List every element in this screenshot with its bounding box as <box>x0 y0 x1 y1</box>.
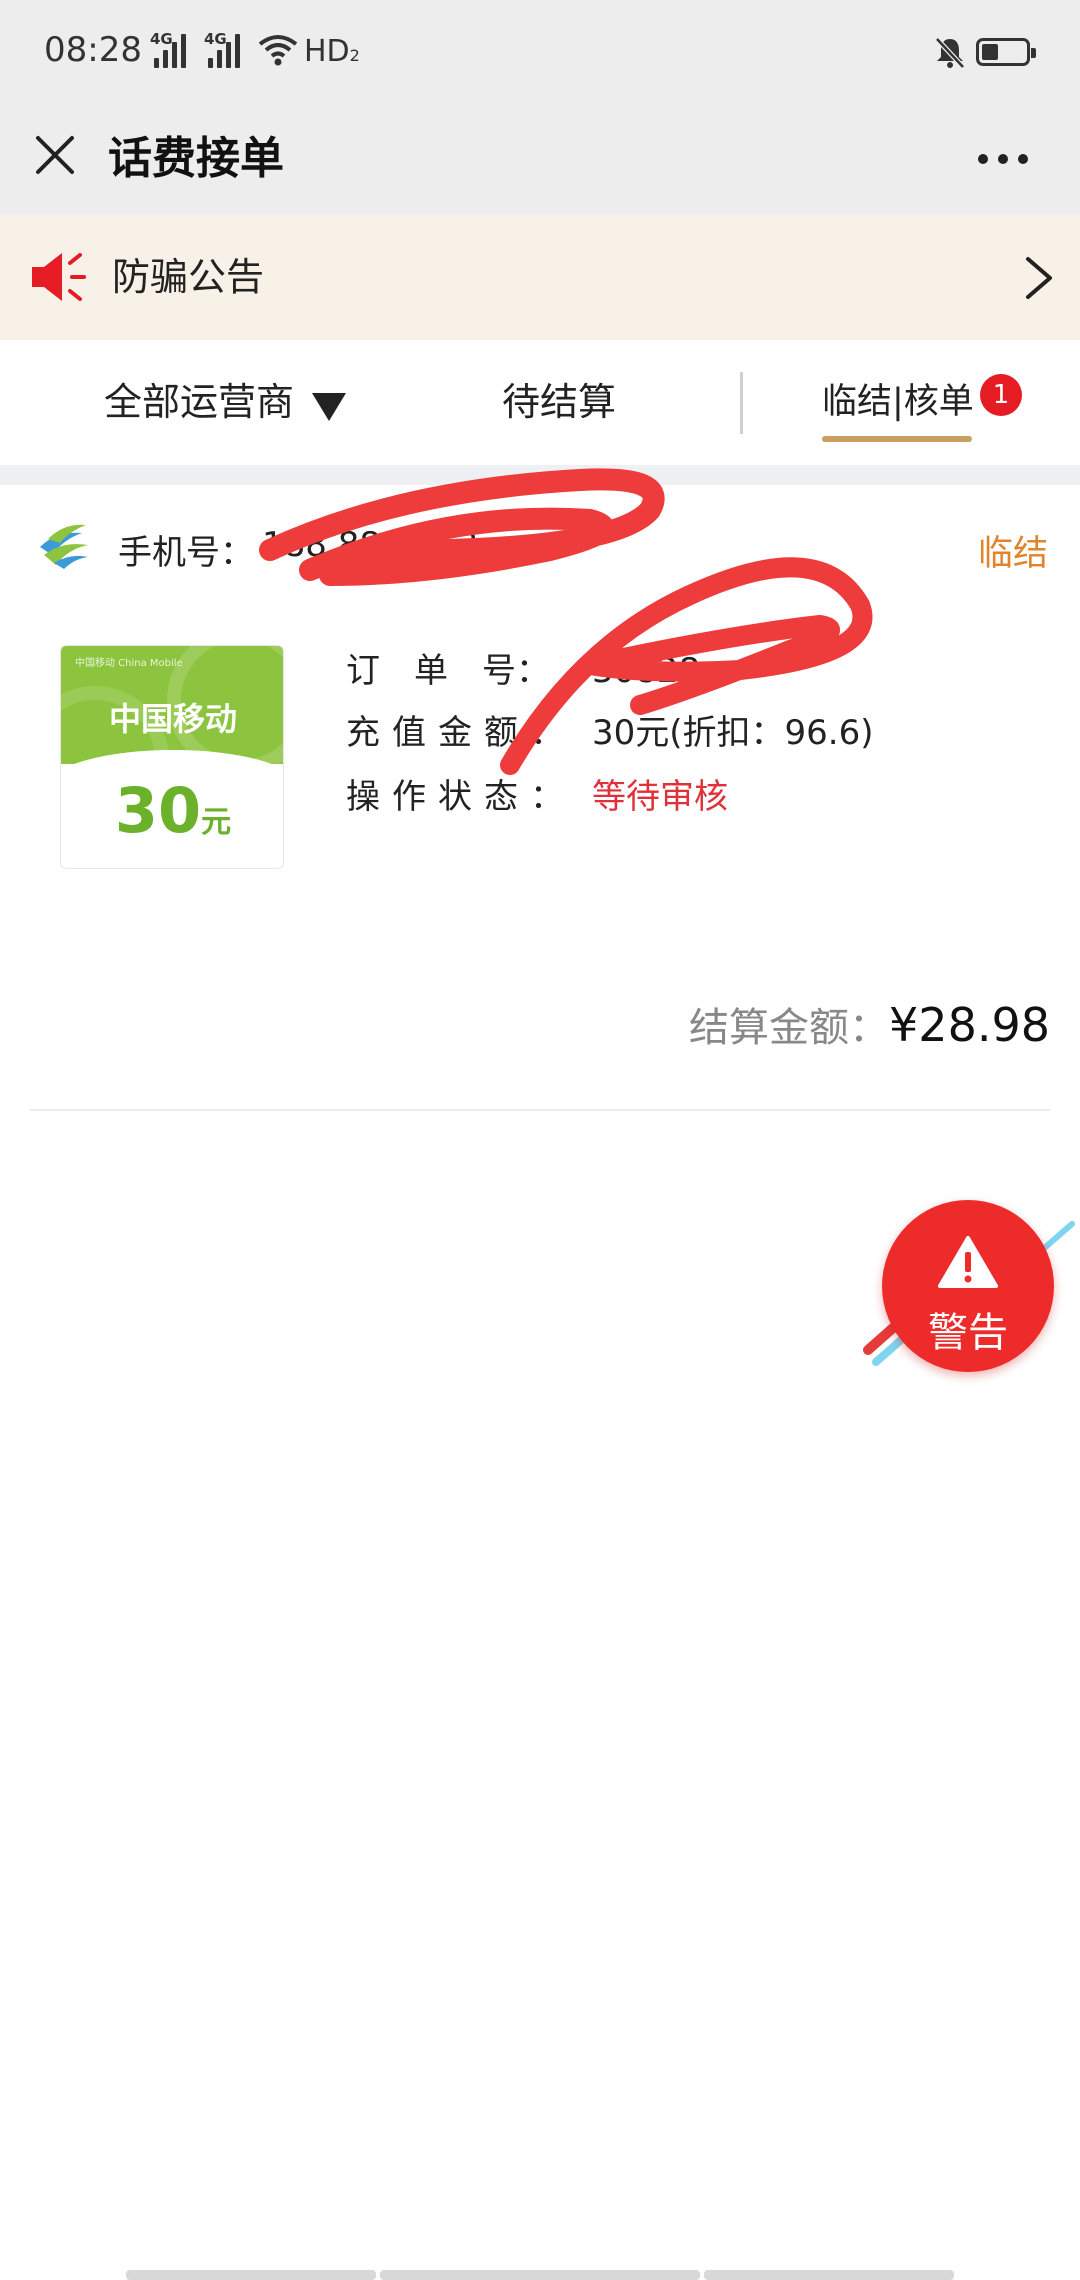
bottom-bar-segment <box>126 2270 376 2280</box>
tile-brand-small: 中国移动 China Mobile <box>75 658 183 669</box>
dropdown-triangle-icon <box>312 392 347 421</box>
warning-fab[interactable]: 警告 <box>862 1200 1078 1380</box>
status-tag: 临结 <box>978 534 1049 574</box>
operation-status-value: 等待审核 <box>592 777 728 817</box>
phone-value: 188 880 113 <box>262 525 479 565</box>
chevron-right-icon <box>1026 257 1052 299</box>
order-number-label: 订 单 号： <box>346 651 550 691</box>
recharge-amount-row: 充值金额： 30元(折扣：96.6) <box>346 705 874 754</box>
tile-brand: 中国移动 <box>108 700 237 738</box>
notice-text: 防骗公告 <box>112 255 265 299</box>
recharge-amount-value: 30元(折扣：96.6) <box>592 713 874 753</box>
warning-triangle-icon <box>938 1236 998 1288</box>
tile-header: 中国移动 China Mobile 中国移动 <box>61 646 283 764</box>
filter-tabs: 全部运营商 待结算 临结|核单 1 <box>0 340 1080 465</box>
tile-amount: 30元 <box>114 774 232 847</box>
tab-divider <box>740 372 743 434</box>
more-icon[interactable] <box>978 154 1028 164</box>
mute-icon <box>935 37 965 69</box>
tab-all-operators[interactable]: 全部运营商 <box>104 340 347 465</box>
section-separator <box>0 465 1080 485</box>
page-title: 话费接单 <box>108 133 284 184</box>
order-card[interactable]: 手机号： 188 880 113 临结 中国移动 China Mobile 中国… <box>0 485 1080 1111</box>
china-mobile-logo-icon <box>40 524 88 569</box>
signal-icon-2: 4G <box>204 30 240 68</box>
settlement-label: 结算金额： <box>689 1005 890 1051</box>
hd-indicator: HD2 <box>304 34 360 69</box>
settlement-amount: 结算金额：¥28.98 <box>689 995 1050 1053</box>
signal-icon-1: 4G <box>150 30 186 68</box>
battery-icon <box>976 38 1036 66</box>
speaker-icon <box>32 253 86 301</box>
bottom-bar-segment <box>704 2270 954 2280</box>
active-tab-indicator <box>822 436 972 442</box>
nav-bar: 话费接单 <box>0 110 1080 215</box>
operation-status-row: 操作状态： 等待审核 <box>346 769 728 818</box>
settlement-value: ¥28.98 <box>889 998 1050 1052</box>
bottom-bar-segment <box>380 2270 700 2280</box>
operation-status-label: 操作状态： <box>346 777 576 817</box>
recharge-amount-label: 充值金额： <box>346 713 576 753</box>
status-time: 08:28 <box>44 30 142 70</box>
tab-count-badge: 1 <box>980 374 1022 416</box>
order-number-value: 30828 <box>592 651 701 691</box>
phone-label: 手机号： <box>118 533 254 573</box>
tab-temp-settle-verify[interactable]: 临结|核单 <box>822 340 974 465</box>
wifi-icon <box>258 35 298 66</box>
close-icon[interactable] <box>30 130 80 180</box>
card-divider <box>30 1109 1050 1111</box>
order-number-row: 订 单 号： 30828 <box>346 643 700 692</box>
tab-pending-settlement[interactable]: 待结算 <box>502 340 616 465</box>
warning-fab-label: 警告 <box>928 1310 1008 1356</box>
notice-bar[interactable]: 防骗公告 <box>0 215 1080 340</box>
status-bar: 08:28 4G 4G HD2 <box>0 0 1080 110</box>
recharge-tile: 中国移动 China Mobile 中国移动 30元 <box>60 645 284 869</box>
